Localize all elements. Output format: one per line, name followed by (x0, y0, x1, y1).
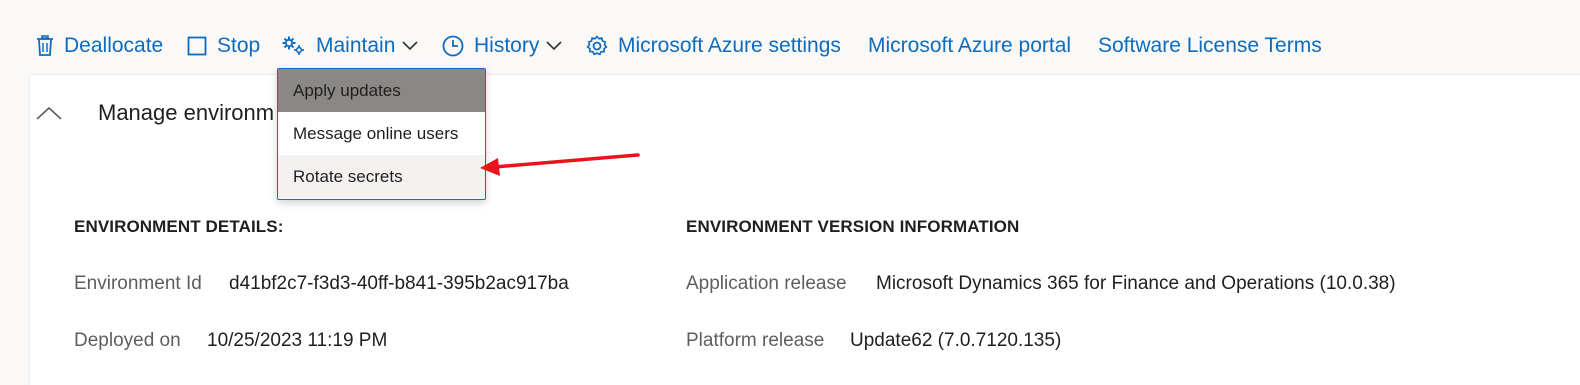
collapse-section-button[interactable] (36, 100, 62, 126)
azure-portal-label: Microsoft Azure portal (868, 34, 1072, 57)
application-release-label: Application release (686, 273, 847, 294)
azure-settings-label: Microsoft Azure settings (618, 34, 841, 57)
maintain-dropdown-menu: Apply updates Message online users Rotat… (277, 68, 486, 200)
environment-id-value: d41bf2c7-f3d3-40ff-b841-395b2ac917ba (229, 273, 569, 294)
gear-icon (586, 35, 608, 57)
deployed-on-value: 10/25/2023 11:19 PM (207, 330, 388, 351)
deployed-on-label: Deployed on (74, 330, 181, 351)
clock-icon (442, 35, 464, 57)
platform-release-value: Update62 (7.0.7120.135) (850, 330, 1062, 351)
maintain-menu-button[interactable]: Maintain (282, 28, 418, 64)
stop-button[interactable]: Stop (187, 28, 260, 64)
deallocate-label: Deallocate (64, 34, 164, 57)
gears-icon (282, 35, 306, 57)
command-bar: Deallocate Stop Maintain History Microso… (0, 0, 1580, 76)
chevron-down-icon (546, 41, 562, 51)
menu-item-rotate-secrets[interactable]: Rotate secrets (278, 155, 485, 198)
stop-icon (187, 36, 207, 56)
history-label: History (474, 34, 540, 57)
menu-item-message-online-users[interactable]: Message online users (278, 112, 485, 155)
version-info-heading: ENVIRONMENT VERSION INFORMATION (686, 217, 1020, 236)
license-terms-label: Software License Terms (1098, 34, 1322, 57)
maintain-label: Maintain (316, 34, 396, 57)
environment-details-heading: ENVIRONMENT DETAILS: (74, 217, 284, 236)
license-terms-link[interactable]: Software License Terms (1098, 28, 1322, 64)
section-title: Manage environm (98, 100, 275, 125)
azure-settings-button[interactable]: Microsoft Azure settings (586, 28, 841, 64)
menu-item-apply-updates[interactable]: Apply updates (278, 69, 485, 112)
application-release-value: Microsoft Dynamics 365 for Finance and O… (876, 273, 1396, 294)
stop-label: Stop (217, 34, 261, 57)
azure-portal-link[interactable]: Microsoft Azure portal (868, 28, 1071, 64)
trash-icon (36, 35, 54, 57)
environment-id-label: Environment Id (74, 273, 202, 294)
platform-release-label: Platform release (686, 330, 825, 351)
chevron-down-icon (402, 41, 418, 51)
chevron-up-icon (36, 106, 62, 130)
history-menu-button[interactable]: History (442, 28, 562, 64)
deallocate-button[interactable]: Deallocate (36, 28, 163, 64)
